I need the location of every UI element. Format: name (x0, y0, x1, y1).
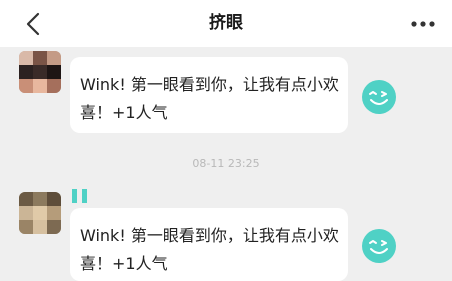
message-row: Wink! 第一眼看到你，让我有点小欢喜！+1人气 (0, 47, 452, 142)
wink-face-icon[interactable] (361, 228, 397, 264)
wink-face-icon[interactable] (361, 79, 397, 115)
chat-screen: 挤眼 Wink! 第一眼看到你，让我有点小欢喜！+1人气 08-11 23:25… (0, 0, 452, 281)
more-dots-icon (411, 21, 435, 27)
avatar[interactable] (19, 51, 61, 93)
sender-name-marker (72, 189, 102, 203)
top-bar: 挤眼 (0, 0, 452, 47)
sender-name (70, 40, 160, 53)
message-row: Wink! 第一眼看到你，让我有点小欢喜！+1人气 (0, 184, 452, 281)
avatar-image (19, 51, 61, 93)
message-text: Wink! 第一眼看到你，让我有点小欢喜！+1人气 (80, 75, 339, 122)
page-title: 挤眼 (209, 13, 243, 33)
avatar[interactable] (19, 192, 61, 234)
message-bubble[interactable]: Wink! 第一眼看到你，让我有点小欢喜！+1人气 (70, 208, 348, 281)
message-text: Wink! 第一眼看到你，让我有点小欢喜！+1人气 (80, 226, 339, 273)
more-button[interactable] (408, 13, 438, 35)
timestamp: 08-11 23:25 (192, 157, 260, 170)
avatar-image (19, 192, 61, 234)
message-bubble[interactable]: Wink! 第一眼看到你，让我有点小欢喜！+1人气 (70, 57, 348, 133)
